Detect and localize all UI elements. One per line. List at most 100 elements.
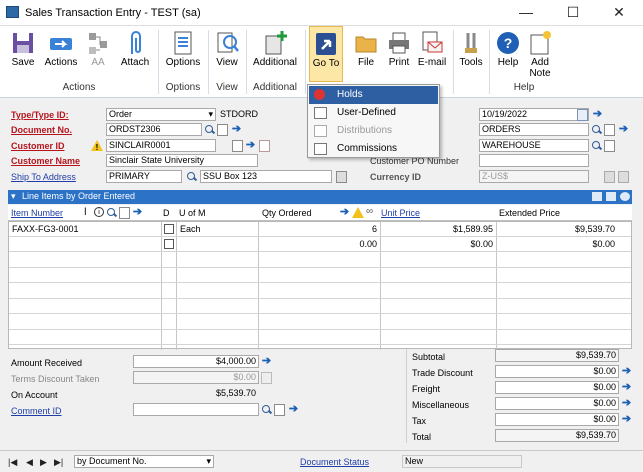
table-row[interactable]: FAXX-FG3-0001 Each 6 $1,589.95 $9,539.70 bbox=[9, 222, 631, 236]
printer-icon bbox=[389, 32, 409, 54]
arrow-right-icon[interactable]: ➔ bbox=[621, 382, 632, 394]
actions-button[interactable]: Actions bbox=[42, 26, 80, 82]
link-icon[interactable]: ∞ bbox=[366, 206, 373, 217]
arrow-right-icon[interactable]: ➔ bbox=[231, 124, 242, 136]
save-button[interactable]: Save bbox=[4, 26, 42, 82]
maximize-button[interactable]: ☐ bbox=[550, 2, 596, 24]
attach-button[interactable]: Attach bbox=[116, 26, 154, 82]
tools-button[interactable]: Tools bbox=[456, 26, 486, 82]
additional-button[interactable]: Additional bbox=[248, 26, 302, 82]
document-status-link[interactable]: Document Status bbox=[300, 456, 369, 468]
customer-id-field[interactable]: SINCLAIR0001 bbox=[106, 139, 216, 152]
customer-name-label: Customer Name bbox=[11, 156, 81, 166]
new-batch-icon[interactable] bbox=[604, 124, 615, 136]
arrow-right-icon[interactable]: ➔ bbox=[621, 366, 632, 378]
freight-field[interactable]: $0.00 bbox=[495, 381, 619, 394]
aa-icon bbox=[89, 33, 107, 54]
grid-refresh-icon[interactable] bbox=[620, 192, 630, 201]
options-button[interactable]: Options bbox=[162, 26, 204, 82]
customer-id-label[interactable]: Customer ID bbox=[11, 140, 65, 152]
print-button[interactable]: Print bbox=[383, 26, 415, 82]
grid-row-line bbox=[9, 298, 631, 299]
menu-item-label: Holds bbox=[337, 89, 363, 100]
arrow-right-icon[interactable]: ➔ bbox=[339, 207, 350, 219]
lookup-icon[interactable] bbox=[591, 140, 602, 152]
arrow-right-icon[interactable]: ➔ bbox=[245, 140, 256, 152]
first-record-icon[interactable]: |◀ bbox=[8, 457, 17, 468]
collapse-icon[interactable]: ▾ bbox=[11, 191, 16, 202]
arrow-right-icon[interactable]: ➔ bbox=[621, 414, 632, 426]
email-button[interactable]: E-mail bbox=[415, 26, 449, 82]
aa-button[interactable]: AA bbox=[82, 26, 114, 82]
info-icon[interactable]: i bbox=[94, 207, 104, 217]
lookup-icon[interactable] bbox=[204, 124, 215, 136]
goto-button[interactable]: Go To bbox=[309, 26, 343, 82]
customer-name-field[interactable]: Sinclair State University bbox=[106, 154, 258, 167]
paperclip-icon[interactable]: ǀ bbox=[84, 207, 87, 218]
goto-label: Go To bbox=[312, 58, 340, 69]
help-label: Help bbox=[497, 57, 519, 68]
arrow-right-icon[interactable]: ➔ bbox=[288, 404, 299, 416]
address-edit-icon[interactable] bbox=[336, 171, 347, 183]
menu-item-commissions[interactable]: Commissions bbox=[309, 140, 438, 158]
ship-to-field[interactable]: PRIMARY bbox=[106, 170, 182, 183]
ribbon-separator bbox=[158, 30, 159, 94]
close-button[interactable]: ✕ bbox=[596, 2, 642, 24]
help-button[interactable]: ? Help bbox=[492, 26, 524, 82]
amount-received-field[interactable]: $4,000.00 bbox=[133, 355, 259, 368]
new-item-icon[interactable] bbox=[119, 207, 130, 219]
minimize-button[interactable]: — bbox=[503, 2, 549, 24]
new-site-icon[interactable] bbox=[604, 140, 615, 152]
customer-note-icon[interactable] bbox=[259, 140, 270, 152]
customer-po-field[interactable] bbox=[479, 154, 589, 167]
add-note-button[interactable]: Add Note bbox=[524, 26, 556, 82]
arrow-right-icon[interactable]: ➔ bbox=[621, 398, 632, 410]
batch-id-field[interactable]: ORDERS bbox=[479, 123, 589, 136]
tax-field[interactable]: $0.00 bbox=[495, 413, 619, 426]
site-id-field[interactable]: WAREHOUSE bbox=[479, 139, 589, 152]
arrow-right-icon[interactable]: ➔ bbox=[618, 124, 629, 136]
last-record-icon[interactable]: ▶| bbox=[54, 457, 63, 468]
calendar-icon[interactable] bbox=[577, 109, 588, 121]
next-record-icon[interactable]: ▶ bbox=[40, 457, 47, 468]
document-no-label[interactable]: Document No. bbox=[11, 124, 72, 136]
ribbon-group-help: Help bbox=[513, 82, 535, 93]
previous-record-icon[interactable]: ◀ bbox=[26, 457, 33, 468]
comment-id-field[interactable] bbox=[133, 403, 259, 416]
sort-order-select[interactable]: by Document No. ▾ bbox=[74, 455, 214, 468]
new-document-icon[interactable] bbox=[217, 124, 228, 136]
arrow-right-icon[interactable]: ➔ bbox=[132, 207, 143, 219]
new-customer-icon[interactable] bbox=[232, 140, 243, 152]
lookup-icon[interactable] bbox=[186, 171, 197, 183]
grid-title[interactable]: Line Items by Order Entered bbox=[22, 191, 135, 201]
ship-to-address-field[interactable]: SSU Box 123 bbox=[200, 170, 332, 183]
menu-item-holds[interactable]: Holds bbox=[309, 86, 438, 104]
document-no-field[interactable]: ORDST2306 bbox=[106, 123, 202, 136]
grid-show-icon[interactable] bbox=[606, 192, 616, 201]
column-unit-price[interactable]: Unit Price bbox=[381, 207, 420, 219]
lookup-icon[interactable] bbox=[261, 404, 272, 416]
grid-hide-icon[interactable] bbox=[592, 192, 602, 201]
file-button[interactable]: File bbox=[350, 26, 382, 82]
trade-discount-field[interactable]: $0.00 bbox=[495, 365, 619, 378]
drop-ship-checkbox[interactable] bbox=[164, 239, 174, 249]
arrow-right-icon[interactable]: ➔ bbox=[261, 356, 272, 368]
paperclip-icon bbox=[131, 31, 141, 54]
table-row[interactable]: 0.00 $0.00 $0.00 bbox=[9, 237, 631, 251]
comment-id-label[interactable]: Comment ID bbox=[11, 405, 62, 417]
type-label[interactable]: Type/Type ID: bbox=[11, 109, 69, 121]
menu-item-distributions[interactable]: Distributions bbox=[309, 122, 438, 140]
drop-ship-checkbox[interactable] bbox=[164, 224, 174, 234]
arrow-right-icon[interactable]: ➔ bbox=[592, 109, 603, 121]
lookup-icon[interactable] bbox=[591, 124, 602, 136]
menu-item-user-defined[interactable]: User-Defined bbox=[309, 104, 438, 122]
column-qty-ordered: Qty Ordered bbox=[262, 208, 312, 218]
column-item-number[interactable]: Item Number bbox=[11, 207, 63, 219]
ship-to-address-label[interactable]: Ship To Address bbox=[11, 171, 76, 183]
lookup-icon[interactable] bbox=[106, 207, 117, 219]
type-select[interactable]: Order ▾ bbox=[106, 108, 216, 121]
view-button[interactable]: View bbox=[210, 26, 244, 82]
miscellaneous-field[interactable]: $0.00 bbox=[495, 397, 619, 410]
document-date-field[interactable]: 10/19/2022 bbox=[479, 108, 589, 121]
new-comment-icon[interactable] bbox=[274, 404, 285, 416]
